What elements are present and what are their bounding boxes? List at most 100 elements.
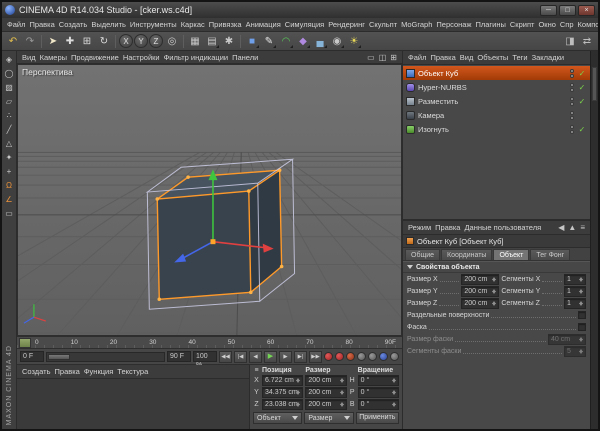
timeline-slider-handle[interactable] [48,354,70,360]
coords-target-dropdown[interactable]: Объект [253,412,302,424]
om-menu-tags[interactable]: Теги [510,52,529,63]
enabled-check-icon[interactable]: ✓ [577,125,587,134]
segments-x-field[interactable]: 1 [564,274,586,285]
next-key-button[interactable]: ▶| [294,351,307,363]
object-row-cube[interactable]: Объект Куб ✓ [403,66,590,80]
quantize-toggle-icon[interactable]: ∠ [3,193,16,206]
add-nurbs-icon[interactable]: ◠ [278,33,294,49]
size-x-field[interactable]: 200 cm [305,375,346,386]
om-menu-file[interactable]: Файл [406,52,428,63]
redo-icon[interactable]: ↷ [22,33,38,49]
prev-key-button[interactable]: |◀ [234,351,247,363]
menu-create[interactable]: Создать [57,19,90,30]
four-view-icon[interactable]: ⊞ [388,53,399,62]
autokeying-button[interactable] [335,352,344,361]
rotation-p-field[interactable]: 0 ° [358,387,399,398]
render-view-icon[interactable]: ▦ [187,33,203,49]
om-menu-view[interactable]: Вид [458,52,476,63]
menu-tools[interactable]: Инструменты [128,19,179,30]
menu-help[interactable]: Спр [558,19,576,30]
vp-menu-display[interactable]: Продвижение [69,52,121,63]
texture-mode-icon[interactable]: ▨ [3,81,16,94]
polygons-mode-icon[interactable]: △ [3,137,16,150]
segments-y-field[interactable]: 1 [564,286,586,297]
coords-mode-dropdown[interactable]: Размер [304,412,353,424]
record-position-button[interactable] [346,352,355,361]
split-view-icon[interactable]: ◫ [377,53,389,62]
scrollbar-thumb[interactable] [592,67,597,101]
menu-plugins[interactable]: Плагины [473,19,507,30]
lock-layout-icon[interactable]: ◨ [562,33,578,49]
enabled-check-icon[interactable]: ✓ [577,69,587,78]
menu-snap[interactable]: Привязка [207,19,244,30]
timeline-ruler[interactable]: 0 10 20 30 40 50 60 70 80 90F [17,336,402,349]
enabled-check-icon[interactable]: ✓ [577,97,587,106]
tweak-mode-icon[interactable]: ✦ [3,151,16,164]
cube-size-z-field[interactable]: 200 cm [461,298,499,309]
mat-menu-texture[interactable]: Текстура [115,366,150,377]
enabled-check-icon[interactable]: ✓ [577,83,587,92]
vp-menu-options[interactable]: Настройки [121,52,162,63]
menu-simulate[interactable]: Симуляция [283,19,326,30]
object-row-camera[interactable]: Камера [403,108,590,122]
menu-file[interactable]: Файл [5,19,27,30]
start-frame-field[interactable]: 0 F [20,351,44,362]
close-button[interactable]: × [578,5,595,16]
tab-phong[interactable]: Тег Фонг [530,249,570,260]
menu-layout[interactable]: Компоновка [576,19,598,30]
menu-sculpt[interactable]: Скульпт [367,19,399,30]
make-editable-icon[interactable]: ◈ [3,53,16,66]
nav-back-icon[interactable]: ◀ [556,223,566,232]
mat-menu-edit[interactable]: Правка [53,366,82,377]
separate-surfaces-checkbox[interactable] [578,311,586,319]
snap-toggle-icon[interactable]: Ω [3,179,16,192]
record-pla-button[interactable] [390,352,399,361]
size-z-field[interactable]: 200 cm [305,399,346,410]
object-row-bend[interactable]: Изогнуть ✓ [403,122,590,136]
menu-mesh[interactable]: Каркас [179,19,207,30]
am-menu-mode[interactable]: Режим [406,222,433,233]
object-row-hypernurbs[interactable]: Hyper-NURBS ✓ [403,80,590,94]
tab-coordinates[interactable]: Координаты [441,249,492,260]
am-menu-userdata[interactable]: Данные пользователя [462,222,543,233]
rotation-b-field[interactable]: 0 ° [358,399,399,410]
visibility-toggles[interactable] [570,83,574,92]
position-z-field[interactable]: 23.038 cm [262,399,303,410]
gizmo-origin-handle[interactable] [210,239,215,244]
mat-menu-function[interactable]: Функция [82,366,115,377]
size-y-field[interactable]: 200 cm [305,387,346,398]
rotation-h-field[interactable]: 0 ° [358,375,399,386]
minimize-button[interactable]: ─ [540,5,557,16]
om-menu-bookmarks[interactable]: Закладки [530,52,566,63]
visibility-toggles[interactable] [570,111,574,120]
end-frame-field[interactable]: 90 F [167,351,191,362]
vp-menu-panel[interactable]: Панели [230,52,260,63]
timeline-slider[interactable] [46,352,165,362]
play-button[interactable]: ▶ [264,351,277,363]
goto-end-button[interactable]: ▶▶ [309,351,322,363]
apply-button[interactable]: Применить [356,412,399,424]
menu-select[interactable]: Выделить [89,19,128,30]
vp-menu-cameras[interactable]: Камеры [38,52,69,63]
enable-axis-icon[interactable]: + [3,165,16,178]
rotate-tool-icon[interactable]: ↻ [96,33,112,49]
material-list-area[interactable] [17,379,249,429]
object-row-conform[interactable]: Разместить ✓ [403,94,590,108]
vp-menu-view[interactable]: Вид [20,52,38,63]
menu-render[interactable]: Рендеринг [326,19,367,30]
vp-menu-filter[interactable]: Фильтр индикации [162,52,230,63]
render-settings-icon[interactable]: ✱ [221,33,237,49]
record-scale-button[interactable] [357,352,366,361]
move-tool-icon[interactable]: ✚ [62,33,78,49]
points-mode-icon[interactable]: ∴ [3,109,16,122]
menu-window[interactable]: Окно [536,19,557,30]
segments-z-field[interactable]: 1 [564,298,586,309]
tab-object[interactable]: Объект [493,249,529,260]
model-mode-icon[interactable]: ◯ [3,67,16,80]
next-frame-button[interactable]: ▶ [279,351,292,363]
edges-mode-icon[interactable]: ╱ [3,123,16,136]
om-menu-objects[interactable]: Объекты [475,52,510,63]
record-rotation-button[interactable] [368,352,377,361]
cube-size-y-field[interactable]: 200 cm [461,286,499,297]
prev-frame-button[interactable]: ◀ [249,351,262,363]
